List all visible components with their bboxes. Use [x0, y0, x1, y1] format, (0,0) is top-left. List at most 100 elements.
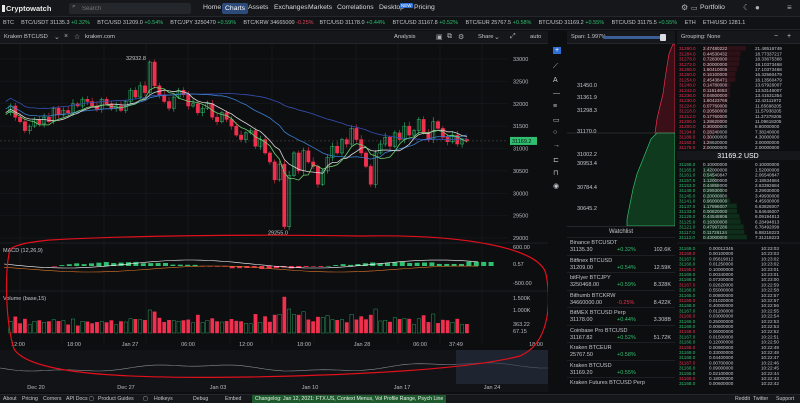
price-chart[interactable]: 32932.829255.0 3300032500320003150031000… [0, 44, 548, 394]
footer-hotkeys[interactable]: Hotkeys [154, 396, 173, 402]
footer-debug[interactable]: Debug [193, 396, 208, 402]
gear-icon[interactable]: ⚙ [681, 3, 688, 12]
ticker-item[interactable]: BTC/USD 31169.2 +0.55% [539, 20, 605, 26]
trade-size: 0.00600000 [709, 381, 734, 386]
moon-icon[interactable]: ☾ [743, 3, 750, 12]
watchlist-market-name: Coinbase Pro BTCUSD [570, 327, 628, 334]
time-axis-label: 18:00 [67, 342, 81, 348]
footer-twitter[interactable]: Twitter [753, 396, 768, 402]
compare-icon[interactable]: ⧉ [447, 33, 452, 41]
rectangle-icon[interactable]: ▭ [553, 116, 560, 124]
circle-icon[interactable]: ○ [553, 129, 557, 136]
ticker-item[interactable]: BTC/USDT 31135.3 +0.32% [21, 20, 90, 26]
fullscreen-icon[interactable]: ⤢ [510, 33, 516, 41]
nav-home[interactable]: Home [203, 4, 221, 11]
footer-product-guides[interactable]: Product Guides [98, 396, 134, 402]
watchlist-change: +0.44% [617, 317, 636, 323]
ticker-item[interactable]: BTC/USD 31175.5 +0.55% [612, 20, 678, 26]
candle-body [66, 110, 71, 113]
lock-icon[interactable]: ⊓ [553, 169, 558, 177]
footer-corners[interactable]: Corners [43, 396, 61, 402]
exchange-site-link[interactable]: kraken.com [85, 34, 115, 40]
ticker-item[interactable]: ETH/USD 1281.1 [703, 20, 746, 26]
grouping-decrease-button[interactable]: − [774, 33, 778, 40]
settings-icon[interactable]: ⚙ [458, 33, 464, 41]
ticker-item[interactable]: BTC/USD 31167.8 +0.52% [393, 20, 459, 26]
watchlist-price: 34660000.00 [570, 299, 603, 306]
menu-icon[interactable]: ≡ [787, 3, 792, 12]
user-icon[interactable]: ● [755, 3, 760, 12]
candle-body [234, 125, 239, 136]
market-selector[interactable]: Kraken BTCUSD [4, 34, 48, 40]
grouping-selector[interactable]: Grouping: None [681, 34, 721, 40]
navigator-panel[interactable]: Dec 20 Dec 27 Jan 03 Jan 10 Jan 17 Jan 24 [0, 350, 548, 392]
ticker-bar: BTC BTC/USDT 31135.3 +0.32% BTC/USD 31209… [0, 17, 800, 30]
span-slider-handle[interactable] [660, 34, 666, 41]
footer-pricing[interactable]: Pricing [22, 396, 38, 402]
volume-bar [368, 314, 373, 334]
portfolio-link[interactable]: Portfolio [700, 4, 725, 11]
nav-pricing[interactable]: Pricing [414, 4, 435, 11]
ticker-item[interactable]: BTC/USD 31178.0 +0.44% [319, 20, 385, 26]
changelog-banner[interactable]: Changelog: Jan 12, 2021: FTX.US, Context… [252, 395, 447, 403]
arrow-icon[interactable]: → [553, 142, 560, 149]
macd-bar [444, 263, 450, 266]
nav-exchanges[interactable]: Exchanges [274, 4, 308, 11]
depth-price-label: 30953.4 [577, 161, 597, 167]
ticker-item[interactable]: BTC [3, 20, 14, 26]
volume-axis-label: 1.000K [513, 308, 531, 314]
candle-body [272, 161, 277, 181]
nav-markets[interactable]: Markets [308, 4, 332, 11]
watchlist-price: 3250468.00 [570, 282, 600, 288]
navigator-window [456, 350, 548, 384]
layout-icon[interactable]: ▣ [436, 33, 443, 41]
ticker-item[interactable]: BTC/EUR 25767.5 +0.58% [466, 20, 532, 26]
grouping-increase-button[interactable]: + [787, 33, 791, 40]
search-input[interactable] [82, 3, 187, 14]
macd-bar [133, 261, 139, 266]
app-logo[interactable]: Cryptowatch [6, 4, 51, 13]
ticker-item[interactable]: BTC/KRW 34665000 -0.25% [243, 20, 313, 26]
scale-auto-toggle[interactable]: auto [530, 34, 541, 40]
volume-bar [263, 316, 267, 334]
measure-icon[interactable]: ⊏ [553, 156, 559, 164]
span-slider[interactable] [603, 36, 665, 39]
candle-body [407, 125, 412, 136]
chart-background [0, 44, 548, 394]
volume-bar [335, 320, 340, 334]
nav-correlations[interactable]: Correlations [337, 4, 374, 11]
macd-bar [436, 263, 442, 266]
fib-icon[interactable]: ≡ [553, 103, 557, 110]
analysis-button[interactable]: Analysis [394, 34, 416, 40]
volume-bar [162, 322, 167, 334]
footer-about[interactable]: About [3, 396, 17, 402]
ticker-item[interactable]: BTC/USD 31209.0 +0.54% [97, 20, 163, 26]
close-icon[interactable]: × [64, 33, 68, 40]
macd-bar [185, 264, 191, 266]
footer-support[interactable]: Support [776, 396, 794, 402]
add-icon[interactable]: + [553, 47, 562, 54]
depth-chart[interactable]: 31450.0 31361.9 31298.3 31170.0 31002.2 30953… [567, 44, 675, 226]
watchlist-volume: 102.6K [653, 247, 671, 253]
macd-bar [392, 262, 398, 266]
volume-bar [90, 323, 95, 334]
footer-embed[interactable]: Embed [225, 396, 241, 402]
candle-body [311, 161, 316, 167]
nav-charts[interactable]: Charts [222, 3, 249, 14]
trendline-icon[interactable]: ⟋ [553, 63, 558, 71]
text-icon[interactable]: A [553, 77, 558, 84]
chevron-down-icon[interactable]: ⌄ [54, 33, 60, 41]
ticker-item[interactable]: ETH [685, 20, 696, 26]
ticker-item[interactable]: BTC/JPY 3250470 +0.59% [170, 20, 236, 26]
share-button[interactable]: Share [478, 34, 493, 40]
chevron-down-icon[interactable]: ⌄ [494, 33, 500, 41]
eye-icon[interactable]: ◉ [553, 182, 559, 190]
hline-icon[interactable]: — [553, 90, 560, 97]
price-axis-label: 32000 [513, 102, 528, 108]
top-nav: Cryptowatch ⌕ Home Charts Assets Exchang… [0, 0, 800, 17]
footer-reddit[interactable]: Reddit [735, 396, 750, 402]
star-icon[interactable]: ☆ [74, 33, 80, 41]
footer-api-docs[interactable]: API Docs [66, 396, 88, 402]
nav-assets[interactable]: Assets [248, 4, 268, 11]
watchlist: Watchlist Binance BTCUSDT 31135.30 +0.32% 1… [567, 226, 675, 394]
